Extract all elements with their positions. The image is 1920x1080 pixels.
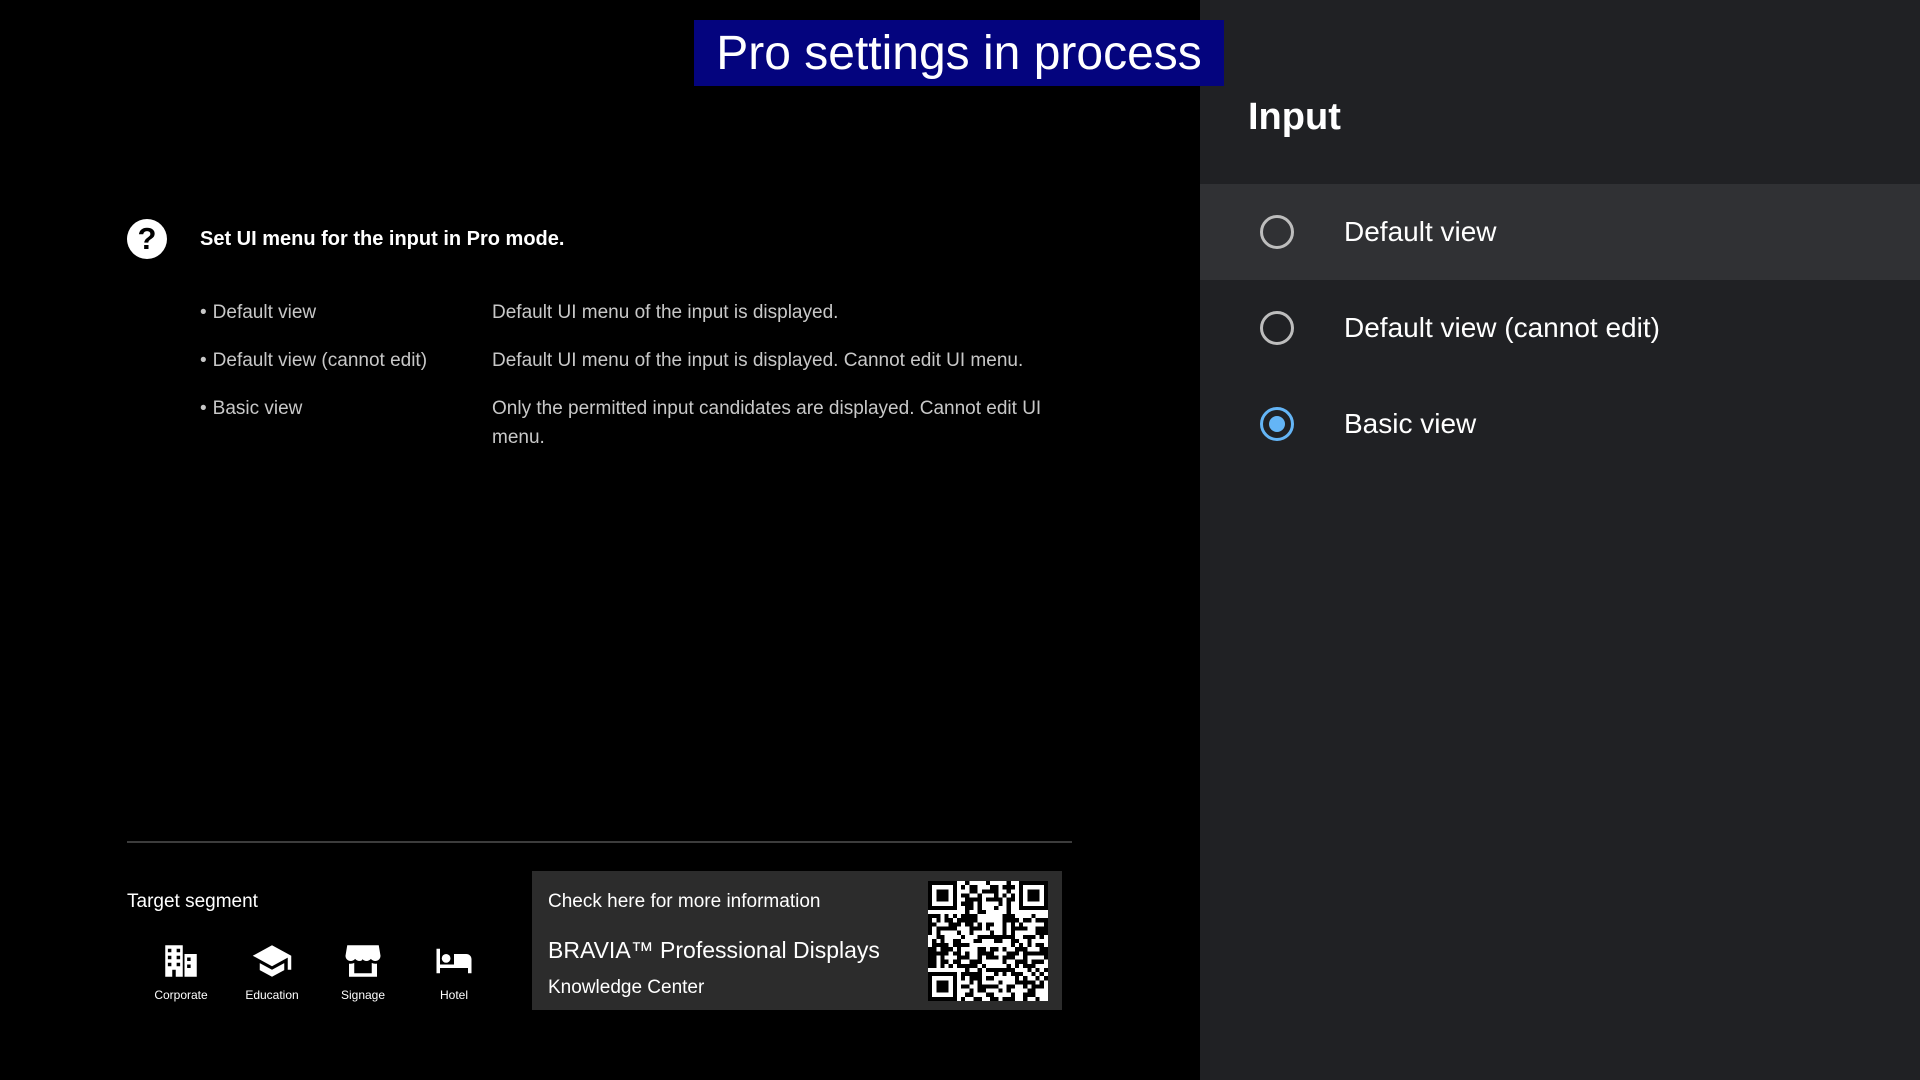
qr-code-pattern <box>928 881 1048 1001</box>
divider <box>127 841 1072 843</box>
definition-description: Default UI menu of the input is displaye… <box>492 350 1024 371</box>
bullet-icon: • <box>200 302 207 323</box>
definition-row: • Basic view Only the permitted input ca… <box>200 394 1080 452</box>
help-header: ? Set UI menu for the input in Pro mode. <box>127 219 564 259</box>
qr-code-icon[interactable] <box>928 881 1048 1001</box>
radio-unchecked-icon[interactable] <box>1260 215 1294 249</box>
segment-corporate: Corporate <box>140 940 222 1002</box>
option-default-view[interactable]: Default view <box>1200 184 1920 280</box>
info-product-name: BRAVIA™ Professional Displays <box>548 937 880 963</box>
target-segment-list: Corporate Education Signage Hotel <box>140 940 504 1002</box>
segment-label: Education <box>245 988 299 1002</box>
graduation-cap-icon <box>252 945 292 977</box>
radio-checked-icon[interactable] <box>1260 407 1294 441</box>
target-segment-label: Target segment <box>127 891 258 912</box>
definition-term: Default view (cannot edit) <box>212 350 428 371</box>
help-title: Set UI menu for the input in Pro mode. <box>200 227 565 250</box>
settings-panel: Input Default view Default view (cannot … <box>1200 0 1920 1080</box>
option-label: Default view <box>1344 216 1497 247</box>
radio-unchecked-icon[interactable] <box>1260 311 1294 345</box>
storefront-icon <box>345 945 381 977</box>
pro-settings-banner: Pro settings in process <box>694 20 1224 86</box>
help-pane: ? Set UI menu for the input in Pro mode.… <box>0 0 1200 1080</box>
question-mark-icon: ? <box>127 219 167 259</box>
definition-row: • Default view Default UI menu of the in… <box>200 298 1080 327</box>
bed-icon <box>436 948 472 974</box>
definition-term: Default view <box>212 302 317 323</box>
bullet-icon: • <box>200 350 207 371</box>
info-subtitle: Knowledge Center <box>548 977 705 998</box>
definition-term: Basic view <box>212 398 303 419</box>
segment-education: Education <box>231 940 313 1002</box>
option-default-view-cannot-edit[interactable]: Default view (cannot edit) <box>1200 280 1920 376</box>
building-icon <box>165 945 197 977</box>
segment-label: Corporate <box>154 988 208 1002</box>
segment-hotel: Hotel <box>413 940 495 1002</box>
option-basic-view[interactable]: Basic view <box>1200 376 1920 472</box>
definition-description: Default UI menu of the input is displaye… <box>492 302 839 323</box>
segment-signage: Signage <box>322 940 404 1002</box>
definition-row: • Default view (cannot edit) Default UI … <box>200 346 1080 375</box>
segment-label: Hotel <box>439 988 468 1002</box>
option-list: Default view Default view (cannot edit) … <box>1200 184 1920 472</box>
bullet-icon: • <box>200 398 207 419</box>
segment-label: Signage <box>340 988 386 1002</box>
option-label: Default view (cannot edit) <box>1344 312 1660 343</box>
info-box[interactable]: Check here for more information BRAVIA™ … <box>532 871 1062 1010</box>
option-label: Basic view <box>1344 408 1477 439</box>
definition-list: • Default view Default UI menu of the in… <box>200 298 1080 471</box>
info-check-text: Check here for more information <box>548 891 821 912</box>
definition-description: Only the permitted input candidates are … <box>492 398 1042 448</box>
screen: ? Set UI menu for the input in Pro mode.… <box>0 0 1920 1080</box>
panel-title: Input <box>1248 96 1341 138</box>
